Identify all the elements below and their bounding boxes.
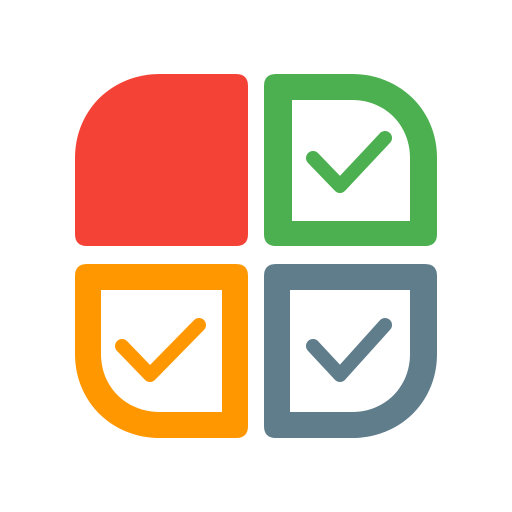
red-tile-shape [75,74,248,246]
checklist-grid-app-icon [75,74,437,438]
tile-bottom-left [75,264,248,438]
grey-tile-inner [290,290,410,412]
tile-top-right [264,74,437,246]
tile-top-left [75,74,248,246]
tile-bottom-right [264,264,437,438]
